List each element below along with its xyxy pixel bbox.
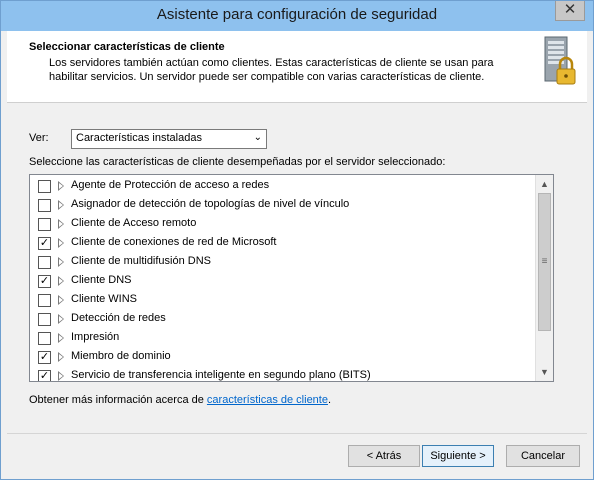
feature-label: Miembro de dominio <box>71 350 171 362</box>
feature-checkbox[interactable]: ✓ <box>38 237 51 250</box>
wizard-body: Ver: Características instaladas ⌄ Selecc… <box>7 104 587 434</box>
grip-icon: ≡ <box>541 256 548 267</box>
list-item[interactable]: Cliente WINS <box>30 290 536 309</box>
instructions-label: Seleccione las características de client… <box>29 156 446 168</box>
wizard-header: Seleccionar características de cliente L… <box>7 31 587 103</box>
list-item[interactable]: Asignador de detección de topologías de … <box>30 195 536 214</box>
more-info-prefix: Obtener más información acerca de <box>29 394 207 406</box>
footer-divider <box>7 433 587 434</box>
expand-arrow-icon[interactable] <box>58 352 64 362</box>
view-label: Ver: <box>29 132 49 144</box>
feature-checkbox[interactable] <box>38 218 51 231</box>
feature-label: Agente de Protección de acceso a redes <box>71 179 270 191</box>
feature-checkbox[interactable] <box>38 294 51 307</box>
list-item[interactable]: ✓ Cliente DNS <box>30 271 536 290</box>
more-info-link[interactable]: características de cliente <box>207 394 328 406</box>
list-item[interactable]: ✓ Servicio de transferencia inteligente e… <box>30 366 536 381</box>
feature-checkbox[interactable] <box>38 256 51 269</box>
expand-arrow-icon[interactable] <box>58 257 64 267</box>
next-button[interactable]: Siguiente > <box>422 445 494 467</box>
list-item[interactable]: Detección de redes <box>30 309 536 328</box>
feature-label: Cliente de conexiones de red de Microsof… <box>71 236 277 248</box>
scroll-down-icon[interactable]: ▼ <box>536 364 553 380</box>
list-item[interactable]: Agente de Protección de acceso a redes <box>30 176 536 195</box>
list-item[interactable]: Cliente de multidifusión DNS <box>30 252 536 271</box>
feature-label: Asignador de detección de topologías de … <box>71 198 350 210</box>
expand-arrow-icon[interactable] <box>58 295 64 305</box>
expand-arrow-icon[interactable] <box>58 200 64 210</box>
more-info-text: Obtener más información acerca de caract… <box>29 394 331 406</box>
more-info-suffix: . <box>327 394 332 406</box>
title-bar: Asistente para configuración de segurida… <box>1 1 593 31</box>
list-item[interactable]: Impresión <box>30 328 536 347</box>
page-description: Los servidores también actúan como clien… <box>49 57 494 83</box>
expand-arrow-icon[interactable] <box>58 219 64 229</box>
feature-checkbox[interactable] <box>38 332 51 345</box>
page-title: Seleccionar características de cliente <box>29 41 225 53</box>
feature-label: Cliente de Acceso remoto <box>71 217 197 229</box>
expand-arrow-icon[interactable] <box>58 276 64 286</box>
expand-arrow-icon[interactable] <box>58 314 64 324</box>
scrollbar[interactable]: ▲ ≡ ▼ <box>535 175 553 381</box>
list-item[interactable]: ✓ Cliente de conexiones de red de Microso… <box>30 233 536 252</box>
wizard-window: Asistente para configuración de segurida… <box>0 0 594 480</box>
close-button[interactable]: ✕ <box>555 1 585 21</box>
feature-checkbox[interactable] <box>38 313 51 326</box>
window-title: Asistente para configuración de segurida… <box>156 6 438 23</box>
feature-label: Cliente WINS <box>71 293 138 305</box>
cancel-button[interactable]: Cancelar <box>506 445 580 467</box>
feature-checkbox[interactable]: ✓ <box>38 275 51 288</box>
feature-checkbox[interactable] <box>38 199 51 212</box>
view-select-value: Características instaladas <box>76 132 202 144</box>
feature-label: Servicio de transferencia inteligente en… <box>71 369 371 381</box>
chevron-down-icon: ⌄ <box>253 132 262 143</box>
feature-checkbox[interactable]: ✓ <box>38 370 51 381</box>
view-select[interactable]: Características instaladas ⌄ <box>71 129 267 149</box>
feature-label: Impresión <box>71 331 120 343</box>
scroll-up-icon[interactable]: ▲ <box>536 176 553 192</box>
expand-arrow-icon[interactable] <box>58 238 64 248</box>
feature-checkbox[interactable] <box>38 180 51 193</box>
feature-label: Cliente de multidifusión DNS <box>71 255 212 267</box>
expand-arrow-icon[interactable] <box>58 181 64 191</box>
features-list[interactable]: Agente de Protección de acceso a redes As… <box>29 174 554 382</box>
list-item[interactable]: ✓ Miembro de dominio <box>30 347 536 366</box>
expand-arrow-icon[interactable] <box>58 371 64 381</box>
server-lock-icon <box>544 36 576 85</box>
expand-arrow-icon[interactable] <box>58 333 64 343</box>
feature-label: Detección de redes <box>71 312 166 324</box>
back-button[interactable]: < Atrás <box>348 445 420 467</box>
scroll-thumb[interactable]: ≡ <box>538 193 551 331</box>
list-item[interactable]: Cliente de Acceso remoto <box>30 214 536 233</box>
feature-label: Cliente DNS <box>71 274 132 286</box>
feature-checkbox[interactable]: ✓ <box>38 351 51 364</box>
